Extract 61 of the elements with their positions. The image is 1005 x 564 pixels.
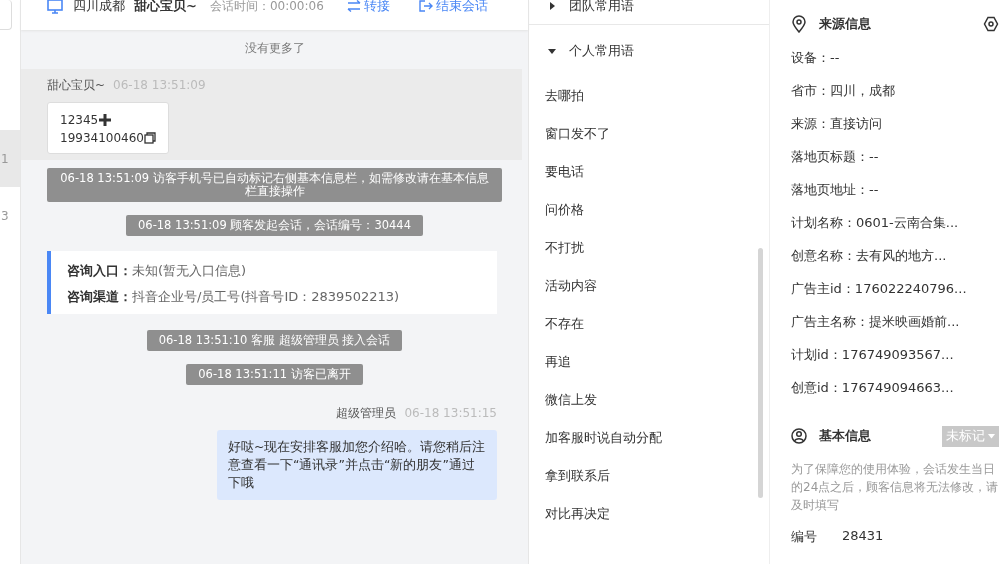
info-value: 未知(暂无入口信息) (132, 263, 247, 278)
caret-icon (547, 46, 557, 56)
system-notice: 06-18 13:51:10 客服 超级管理员 接入会话 (146, 330, 403, 351)
location-pin-icon (791, 15, 807, 33)
notice-text: 为了保障您的使用体验，会话发生当日的24点之后，顾客信息将无法修改，请及时填写 (791, 461, 999, 514)
caret-icon (547, 1, 557, 11)
monitor-icon (46, 0, 64, 15)
caret-icon (988, 433, 995, 439)
phrase-item[interactable]: 微信上发 (529, 381, 769, 419)
end-session-button[interactable]: 结束会话 (418, 0, 488, 15)
phrase-item[interactable]: 不打扰 (529, 229, 769, 267)
message-bubble: 好哒~现在安排客服加您介绍哈。请您稍后注意查看一下“通讯录”并点击“新的朋友”通过下哦 (217, 430, 497, 500)
message-text: 12345 (60, 112, 99, 129)
section-title: 来源信息 (819, 15, 871, 33)
phrase-item[interactable]: 活动内容 (529, 267, 769, 305)
phrase-group-header[interactable]: 个人常用语 (529, 41, 769, 61)
user-icon (791, 428, 807, 444)
source-field: 省市：四川，成都 (791, 74, 999, 107)
copy-icon[interactable] (144, 132, 156, 144)
source-field: 来源：直接访问 (791, 107, 999, 140)
phrase-item[interactable]: 问价格 (529, 191, 769, 229)
source-field: 落地页地址：-- (791, 173, 999, 206)
phrase-item[interactable]: 不存在 (529, 305, 769, 343)
sender-name: 超级管理员 (336, 405, 397, 422)
section-title: 基本信息 (819, 427, 871, 445)
phrase-item[interactable]: 要电话 (529, 153, 769, 191)
source-field: 计划名称：0601-云南合集... (791, 206, 999, 239)
field-label: 编号 (791, 528, 817, 546)
phrase-item[interactable]: 加客服时说自动分配 (529, 419, 769, 457)
phrase-item[interactable]: 拿到联系后 (529, 457, 769, 495)
message-time: 06-18 13:51:15 (404, 406, 497, 420)
settings-icon[interactable] (983, 16, 999, 32)
exit-icon (418, 0, 433, 12)
source-field: 设备：-- (791, 41, 999, 74)
phrase-item[interactable]: 对比再决定 (529, 495, 769, 533)
source-field: 落地页标题：-- (791, 140, 999, 173)
source-field: 创意id：176749094663... (791, 371, 999, 404)
field-value: 28431 (842, 528, 884, 545)
transfer-button[interactable]: 转接 (346, 0, 390, 15)
system-notice: 06-18 13:51:09 顾客发起会话，会话编号：30444 (126, 215, 423, 236)
visitor-location: 四川成都 (73, 0, 125, 15)
source-field: 广告主名称：提米映画婚前... (791, 305, 999, 338)
no-more-text: 没有更多了 (243, 40, 306, 57)
source-field: 创意名称：去有风的地方... (791, 239, 999, 272)
source-field: 广告主id：176022240796... (791, 272, 999, 305)
phrase-item[interactable]: 窗口发不了 (529, 115, 769, 153)
phrase-item[interactable]: 去哪拍 (529, 77, 769, 115)
message-text: 19934100460 (60, 130, 144, 147)
info-value: 抖音企业号/员工号(抖音号ID：2839502213) (132, 289, 400, 304)
info-label: 咨询渠道： (67, 289, 132, 304)
info-label: 咨询入口： (67, 263, 132, 278)
system-notice: 06-18 13:51:11 访客已离开 (186, 364, 363, 385)
phrase-group-header[interactable]: 团队常用语 (529, 0, 769, 25)
system-notice: 06-18 13:51:09 访客手机号已自动标记右侧基本信息栏，如需修改请在基本信息栏直接操作 (47, 168, 502, 202)
session-duration: 会话时间：00:00:06 (209, 0, 324, 15)
scrollbar[interactable] (758, 248, 763, 498)
phrase-item[interactable]: 再追 (529, 343, 769, 381)
plus-icon[interactable] (98, 113, 113, 127)
swap-arrows-icon (346, 0, 361, 12)
sender-name: 甜心宝贝~ (47, 77, 106, 94)
source-field: 计划id：176749093567... (791, 338, 999, 371)
